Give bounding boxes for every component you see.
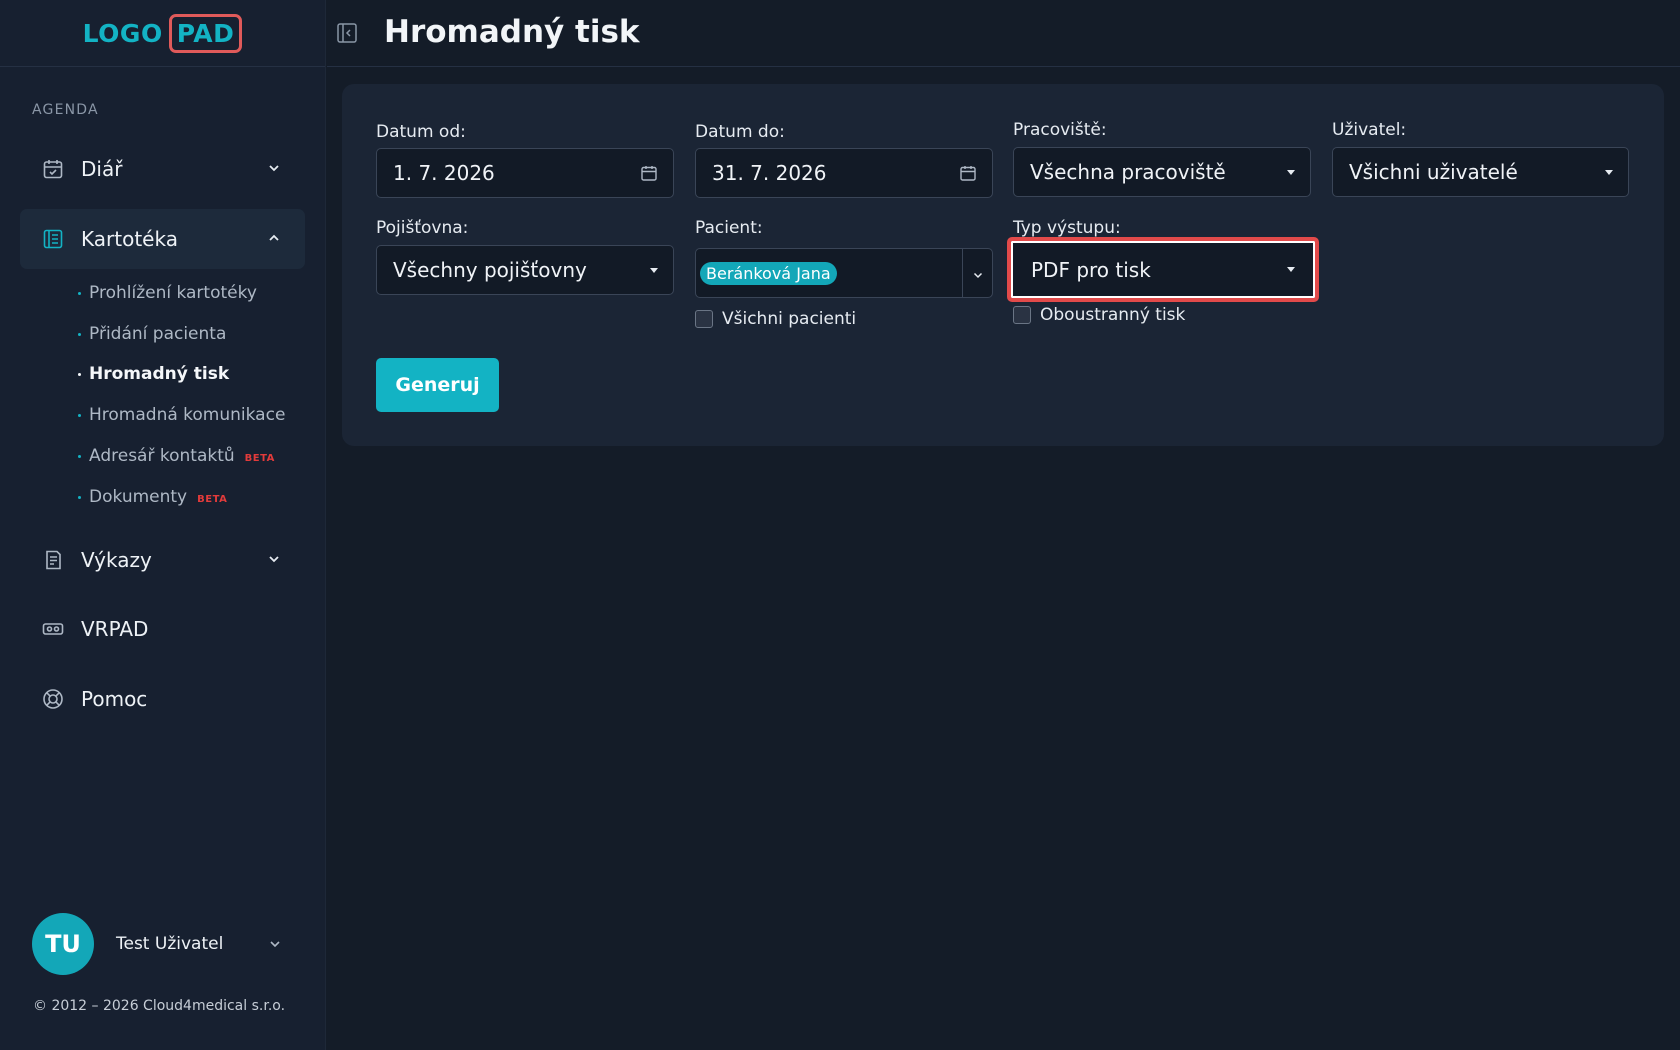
submenu-item-label: Přidání pacienta xyxy=(89,324,227,344)
sidebar-item-diar[interactable]: Diář xyxy=(20,139,305,199)
submenu-item-dokumenty[interactable]: Dokumenty BETA xyxy=(78,484,227,510)
chevron-up-icon xyxy=(265,229,283,247)
date-to-label: Datum do: xyxy=(695,122,785,142)
generate-button[interactable]: Generuj xyxy=(376,358,499,412)
section-title: AGENDA xyxy=(32,102,99,118)
user-filter-value: Všichni uživatelé xyxy=(1349,160,1518,184)
submenu-item-label: Hromadný tisk xyxy=(89,364,230,384)
bullet-icon xyxy=(78,291,81,295)
all-patients-checkbox[interactable] xyxy=(695,310,713,328)
sidebar-item-vrpad[interactable]: VRPAD xyxy=(20,599,305,659)
user-menu[interactable]: TU Test Uživatel xyxy=(32,913,294,975)
submenu-item-hromadny-tisk[interactable]: Hromadný tisk xyxy=(78,361,229,387)
bullet-icon xyxy=(78,495,81,499)
chevron-down-icon[interactable] xyxy=(971,267,985,281)
bullet-icon xyxy=(78,372,81,376)
submenu-item-label: Hromadná komunikace xyxy=(89,405,286,425)
avatar: TU xyxy=(32,913,94,975)
caret-down-icon xyxy=(1287,170,1295,175)
print-form-card: Datum od: 1. 7. 2026 Datum do: 31. 7. 20… xyxy=(342,84,1664,446)
workplace-select[interactable]: Všechna pracoviště xyxy=(1013,147,1311,197)
date-from-value: 1. 7. 2026 xyxy=(393,161,495,185)
bullet-icon xyxy=(78,413,81,417)
submenu-item-komunikace[interactable]: Hromadná komunikace xyxy=(78,402,285,428)
report-icon xyxy=(41,548,65,572)
sidebar-item-label: Výkazy xyxy=(81,548,152,572)
submenu-item-pridani[interactable]: Přidání pacienta xyxy=(78,321,226,347)
user-select[interactable]: Všichni uživatelé xyxy=(1332,147,1629,197)
user-filter-label: Uživatel: xyxy=(1332,120,1407,140)
caret-down-icon xyxy=(1605,170,1613,175)
bullet-icon xyxy=(78,332,81,336)
duplex-checkbox[interactable] xyxy=(1013,306,1031,324)
beta-badge: BETA xyxy=(197,493,228,505)
card-file-icon xyxy=(41,227,65,251)
submenu-item-label: Prohlížení kartotéky xyxy=(89,283,257,303)
sidebar-item-label: VRPAD xyxy=(81,617,149,641)
chevron-down-icon xyxy=(265,550,283,568)
calendar-check-icon xyxy=(41,157,65,181)
caret-down-icon xyxy=(650,268,658,273)
beta-badge: BETA xyxy=(244,452,275,464)
date-to-input[interactable]: 31. 7. 2026 xyxy=(695,148,993,198)
calendar-icon[interactable] xyxy=(639,163,659,183)
bullet-icon xyxy=(78,454,81,458)
vr-headset-icon xyxy=(41,617,65,641)
submenu-item-label: Dokumenty xyxy=(89,487,188,507)
submenu-item-adresar[interactable]: Adresář kontaktů BETA xyxy=(78,443,275,469)
date-to-value: 31. 7. 2026 xyxy=(712,161,827,185)
logo[interactable]: LOGO PAD xyxy=(82,13,243,53)
sidebar-collapse-icon[interactable] xyxy=(336,22,358,44)
divider xyxy=(962,249,963,297)
page-title: Hromadný tisk xyxy=(384,14,640,50)
copyright: © 2012 – 2026 Cloud4medical s.r.o. xyxy=(33,998,286,1014)
sidebar-item-label: Kartotéka xyxy=(81,227,178,251)
date-from-label: Datum od: xyxy=(376,122,466,142)
patient-chip[interactable]: Beránková Jana xyxy=(700,262,837,285)
all-patients-checkbox-row[interactable]: Všichni pacienti xyxy=(695,309,856,329)
logo-area: LOGO PAD xyxy=(0,0,325,67)
output-type-value: PDF pro tisk xyxy=(1031,257,1151,282)
duplex-label: Oboustranný tisk xyxy=(1040,305,1186,325)
sidebar: LOGO PAD AGENDA Diář Kartotéka Prohlížen… xyxy=(0,0,326,1050)
insurance-value: Všechny pojišťovny xyxy=(393,258,587,282)
sidebar-item-pomoc[interactable]: Pomoc xyxy=(20,669,305,729)
patient-label: Pacient: xyxy=(695,218,763,238)
caret-down-icon xyxy=(1287,267,1295,272)
chevron-down-icon xyxy=(266,935,284,953)
chevron-down-icon xyxy=(265,159,283,177)
all-patients-label: Všichni pacienti xyxy=(722,309,857,329)
sidebar-item-vykazy[interactable]: Výkazy xyxy=(20,530,305,590)
output-type-label: Typ výstupu: xyxy=(1013,218,1121,238)
insurance-label: Pojišťovna: xyxy=(376,218,469,238)
calendar-icon[interactable] xyxy=(958,163,978,183)
duplex-checkbox-row[interactable]: Oboustranný tisk xyxy=(1013,305,1185,325)
user-name: Test Uživatel xyxy=(116,934,224,954)
sidebar-item-label: Pomoc xyxy=(81,687,148,711)
sidebar-item-kartoteka[interactable]: Kartotéka xyxy=(20,209,305,269)
workplace-value: Všechna pracoviště xyxy=(1030,160,1226,184)
patient-multiselect[interactable]: Beránková Jana xyxy=(695,248,993,298)
insurance-select[interactable]: Všechny pojišťovny xyxy=(376,245,674,295)
workplace-label: Pracoviště: xyxy=(1013,120,1107,140)
logo-text-right: PAD xyxy=(168,13,243,53)
sidebar-item-label: Diář xyxy=(81,157,123,181)
lifebuoy-icon xyxy=(41,687,65,711)
header: Hromadný tisk xyxy=(327,0,1680,67)
submenu-item-label: Adresář kontaktů xyxy=(89,446,235,466)
output-type-select[interactable]: PDF pro tisk xyxy=(1007,237,1319,302)
submenu-item-prohlizeni[interactable]: Prohlížení kartotéky xyxy=(78,280,257,306)
logo-text-left: LOGO xyxy=(82,18,163,48)
date-from-input[interactable]: 1. 7. 2026 xyxy=(376,148,674,198)
